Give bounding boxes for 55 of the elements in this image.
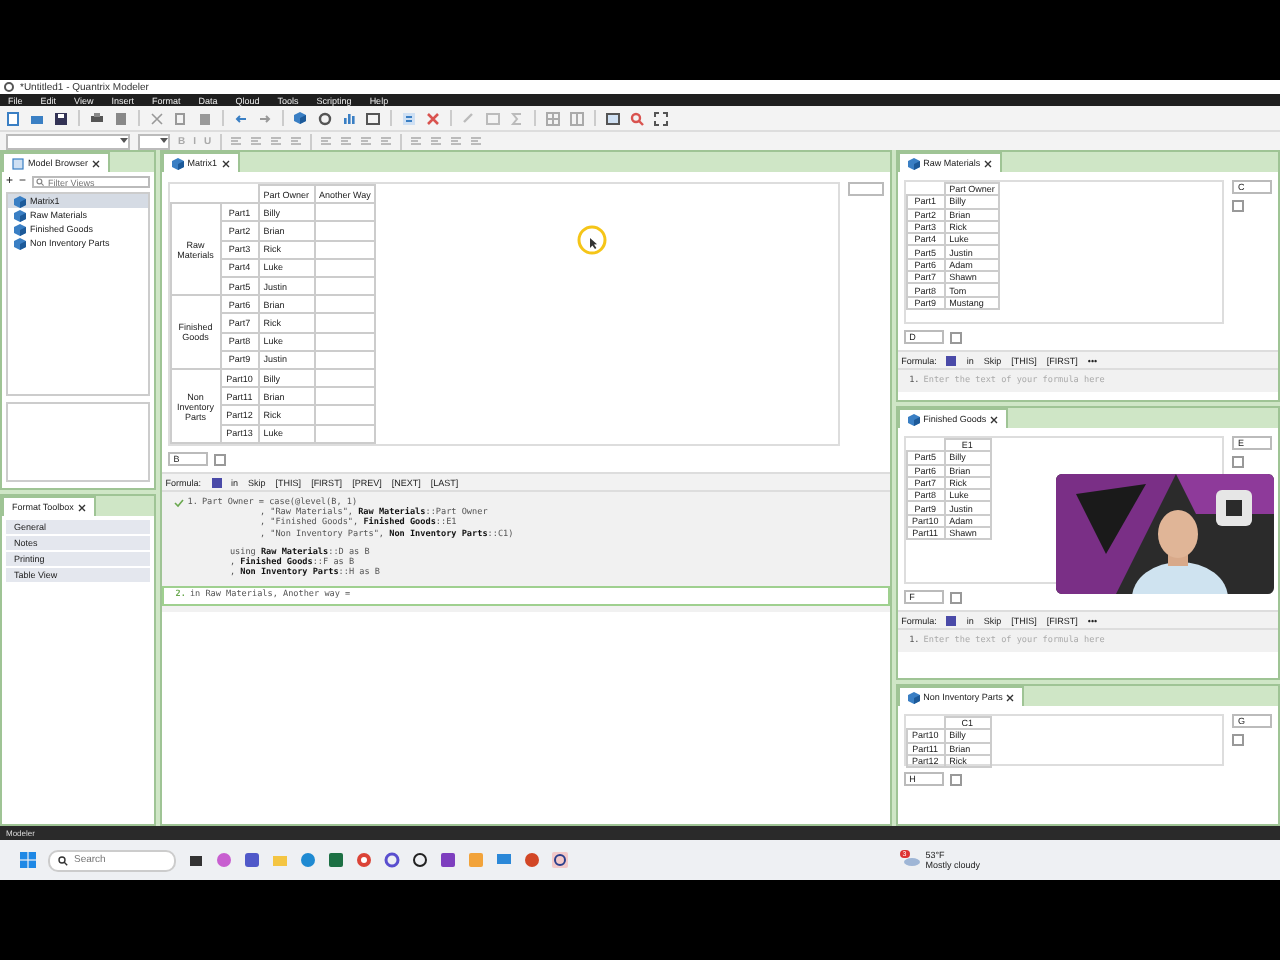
format-icon[interactable] [469, 136, 482, 146]
category-field[interactable] [847, 182, 884, 196]
format-icon[interactable] [429, 136, 442, 146]
format-icon[interactable] [269, 136, 282, 146]
format-icon[interactable] [359, 136, 372, 146]
sigma-icon[interactable] [510, 111, 524, 125]
format-icon[interactable] [449, 136, 462, 146]
close-icon[interactable] [984, 159, 993, 167]
redo-icon[interactable] [258, 111, 272, 125]
close-icon[interactable] [92, 159, 101, 167]
monitor-icon[interactable] [496, 852, 512, 868]
presentation-icon[interactable] [524, 852, 540, 868]
format-icon[interactable] [339, 136, 352, 146]
app-icon[interactable] [552, 852, 568, 868]
format-icon[interactable] [249, 136, 262, 146]
close-icon[interactable] [77, 503, 86, 511]
task-view-icon[interactable] [188, 852, 204, 868]
new-file-icon[interactable] [6, 111, 20, 125]
format-icon[interactable] [289, 136, 302, 146]
windows-icon[interactable] [20, 852, 36, 868]
close-icon[interactable] [990, 415, 999, 423]
chart-icon[interactable] [342, 111, 356, 125]
grid-icon[interactable] [570, 111, 584, 125]
caret-icon [120, 138, 128, 144]
undo-icon[interactable] [234, 111, 248, 125]
search-icon[interactable] [630, 111, 644, 125]
window-icon[interactable] [366, 111, 380, 125]
grid-icon[interactable] [546, 111, 560, 125]
format-icon[interactable] [319, 136, 332, 146]
format-icon[interactable] [229, 136, 242, 146]
app-logo-icon [4, 82, 14, 92]
size-dropdown[interactable] [138, 133, 170, 149]
copy-icon[interactable] [174, 111, 188, 125]
cursor-icon [576, 224, 608, 256]
search-icon [58, 855, 68, 865]
cross-icon[interactable] [426, 111, 440, 125]
browser-icon[interactable] [300, 852, 316, 868]
formula-icon[interactable] [946, 615, 957, 625]
spreadsheet-icon[interactable] [328, 852, 344, 868]
print-icon[interactable] [90, 111, 104, 125]
formula-icon[interactable] [211, 477, 222, 487]
formula-icon[interactable] [946, 355, 957, 365]
page-icon[interactable] [114, 111, 128, 125]
search-icon [36, 178, 45, 186]
window-icon[interactable] [606, 111, 620, 125]
expand-icon[interactable] [654, 111, 668, 125]
browser-icon[interactable] [356, 852, 372, 868]
format-icon[interactable] [409, 136, 422, 146]
save-icon[interactable] [54, 111, 68, 125]
cloud-icon [903, 854, 920, 866]
close-icon[interactable] [221, 159, 230, 167]
list-icon[interactable] [402, 111, 416, 125]
close-icon[interactable] [1006, 693, 1015, 701]
format-icon[interactable] [379, 136, 392, 146]
caret-icon [160, 138, 168, 144]
